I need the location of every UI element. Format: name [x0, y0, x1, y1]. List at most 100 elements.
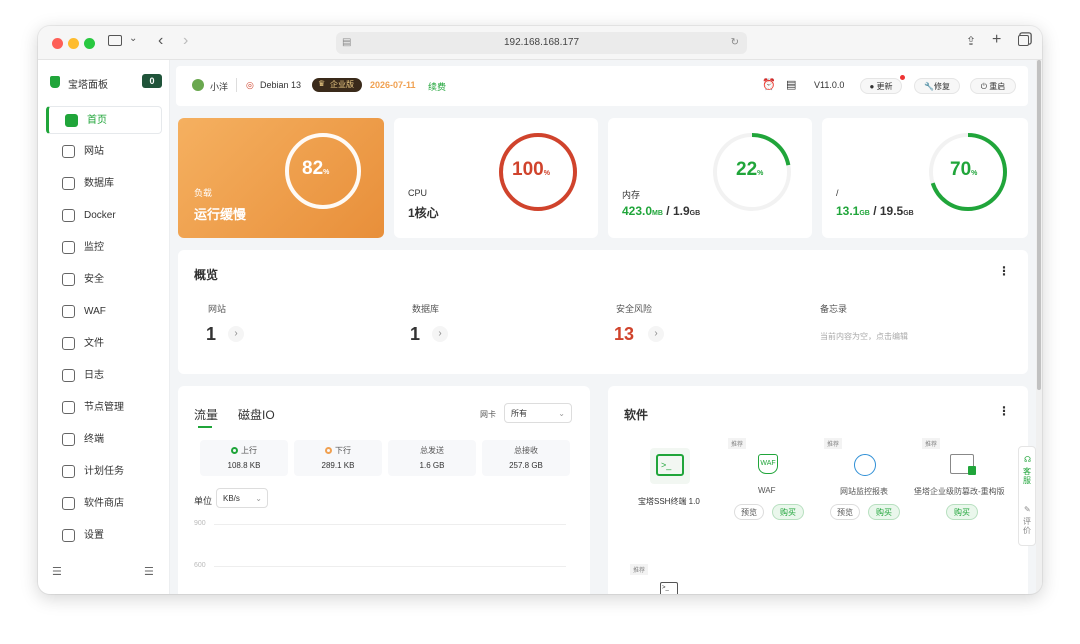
debian-icon: ◎	[246, 80, 254, 91]
sidebar-toggle-icon[interactable]	[108, 35, 122, 46]
nic-select[interactable]: 所有⌄	[504, 403, 572, 423]
sidebar-item-label: 终端	[84, 426, 104, 454]
crown-icon: ♛	[318, 79, 325, 88]
sidebar-item-security[interactable]: 安全	[46, 266, 162, 294]
collapse-left-icon[interactable]: ☰	[52, 565, 62, 578]
buy-button[interactable]: 购买	[772, 504, 804, 520]
sidebar-item-cron[interactable]: 计划任务	[46, 458, 162, 486]
overview-databases-value[interactable]: 1	[410, 324, 420, 345]
back-button[interactable]: ‹	[158, 32, 163, 50]
traffic-stat-label: 下行	[335, 446, 351, 455]
software-name[interactable]: 堡塔企业级防篡改-重构版	[914, 486, 1005, 497]
nic-label: 网卡	[480, 409, 496, 420]
tabs-overview-icon[interactable]	[1018, 35, 1029, 46]
sidebar-item-label: 网站	[84, 138, 104, 166]
sidebar-item-files[interactable]: 文件	[46, 330, 162, 358]
scrollbar-thumb[interactable]	[1037, 60, 1041, 390]
review-button[interactable]: 评价	[1023, 517, 1033, 535]
status-bar: 小洋 ◎ Debian 13 企业版 ♛ 2026-07-11 续费 ⏰ ▤ V…	[176, 66, 1028, 106]
disk-label: /	[836, 188, 839, 198]
sidebar-item-label: 安全	[84, 266, 104, 294]
sidebar-item-waf[interactable]: WAF	[46, 298, 162, 326]
floating-service-panel: ☊ 客服 ✎ 评价	[1018, 446, 1036, 546]
reload-icon[interactable]: ↻	[731, 32, 739, 54]
address-bar[interactable]: ▤ 192.168.168.177 ↻	[336, 32, 747, 54]
cron-icon	[62, 465, 75, 478]
home-icon	[65, 114, 78, 127]
collapse-right-icon[interactable]: ☰	[144, 565, 154, 578]
chevron-down-icon[interactable]: ⌄	[129, 33, 137, 44]
share-icon[interactable]: ⇪	[966, 34, 976, 48]
zoom-window-button[interactable]	[84, 38, 95, 49]
recommend-tag: 推荐	[824, 438, 842, 449]
sidebar-item-nodes[interactable]: 节点管理	[46, 394, 162, 422]
forward-button[interactable]: ›	[183, 32, 188, 50]
preview-button[interactable]: 预览	[734, 504, 764, 520]
preview-button[interactable]: 预览	[830, 504, 860, 520]
page-scrollbar[interactable]	[1036, 60, 1042, 594]
chevron-right-icon[interactable]: ›	[228, 326, 244, 342]
sidebar-item-monitor[interactable]: 监控	[46, 234, 162, 262]
files-icon	[62, 337, 75, 350]
sidebar-item-terminal[interactable]: 终端	[46, 426, 162, 454]
sidebar-item-docker[interactable]: Docker	[46, 202, 162, 230]
customer-service-button[interactable]: 客服	[1023, 467, 1033, 485]
browser-titlebar: ⌄ ‹ › ▤ 192.168.168.177 ↻ ⇪ +	[38, 26, 1042, 60]
traffic-stat-cell: 总发送1.6 GB	[388, 440, 476, 476]
cpu-card[interactable]: CPU 1核心 100%	[394, 118, 598, 238]
docker-icon	[62, 209, 75, 222]
recommend-tag: 推荐	[922, 438, 940, 449]
message-badge[interactable]: 0	[142, 74, 162, 88]
sidebar-item-databases[interactable]: 数据库	[46, 170, 162, 198]
new-tab-icon[interactable]: +	[992, 31, 1001, 49]
software-name[interactable]: 宝塔SSH终端 1.0	[638, 496, 700, 507]
tab-disk-io[interactable]: 磁盘IO	[238, 406, 275, 423]
sidebar-item-label: 节点管理	[84, 394, 124, 422]
buy-button[interactable]: 购买	[946, 504, 978, 520]
avatar	[192, 79, 204, 91]
more-menu-icon[interactable]: ⋮	[998, 404, 1010, 418]
sidebar-item-app-store[interactable]: 软件商店	[46, 490, 162, 518]
waf-shield-icon: WAF	[758, 454, 778, 474]
load-card[interactable]: 负载 运行缓慢 82%	[178, 118, 384, 238]
notes-icon[interactable]: ▤	[786, 78, 796, 91]
tab-traffic[interactable]: 流量	[194, 406, 218, 423]
traffic-stat-label: 上行	[241, 446, 257, 455]
sidebar-item-settings[interactable]: 设置	[46, 522, 162, 550]
sidebar-item-home[interactable]: 首页	[46, 106, 162, 134]
traffic-stat-value: 108.8 KB	[200, 461, 288, 470]
sidebar-item-label: WAF	[84, 298, 106, 326]
terminal-icon: >_	[660, 582, 678, 594]
sidebar-item-websites[interactable]: 网站	[46, 138, 162, 166]
repair-button[interactable]: 🔧修复	[914, 78, 960, 94]
overview-risks-value[interactable]: 13	[614, 324, 634, 345]
buy-button[interactable]: 购买	[868, 504, 900, 520]
terminal-icon	[62, 433, 75, 446]
lock-icon	[968, 466, 976, 475]
websites-icon	[62, 145, 75, 158]
software-name[interactable]: WAF	[758, 486, 775, 495]
memory-card[interactable]: 内存 423.0MB / 1.9GB 22%	[608, 118, 812, 238]
minimize-window-button[interactable]	[68, 38, 79, 49]
sidebar-item-label: 监控	[84, 234, 104, 262]
overview-websites-value[interactable]: 1	[206, 324, 216, 345]
update-dot	[900, 75, 905, 80]
url-text: 192.168.168.177	[504, 37, 579, 48]
software-name[interactable]: 网站监控报表	[840, 486, 888, 497]
chevron-right-icon[interactable]: ›	[648, 326, 664, 342]
disk-usage: 13.1GB / 19.5GB	[836, 204, 914, 218]
disk-card[interactable]: / 13.1GB / 19.5GB 70%	[822, 118, 1028, 238]
chevron-right-icon[interactable]: ›	[432, 326, 448, 342]
unit-select[interactable]: KB/s⌄	[216, 488, 268, 508]
chevron-down-icon: ⌄	[558, 404, 565, 423]
ssh-terminal-tile[interactable]: >_	[650, 448, 690, 484]
more-menu-icon[interactable]: ⋮	[998, 264, 1010, 278]
update-button[interactable]: ● 更新	[860, 78, 902, 94]
username[interactable]: 小洋	[210, 80, 228, 93]
memo-placeholder[interactable]: 当前内容为空，点击编辑	[820, 331, 908, 342]
renew-link[interactable]: 续费	[428, 80, 446, 93]
close-window-button[interactable]	[52, 38, 63, 49]
alarm-icon[interactable]: ⏰	[762, 78, 776, 91]
sidebar-item-logs[interactable]: 日志	[46, 362, 162, 390]
restart-button[interactable]: ⏻ 重启	[970, 78, 1016, 94]
